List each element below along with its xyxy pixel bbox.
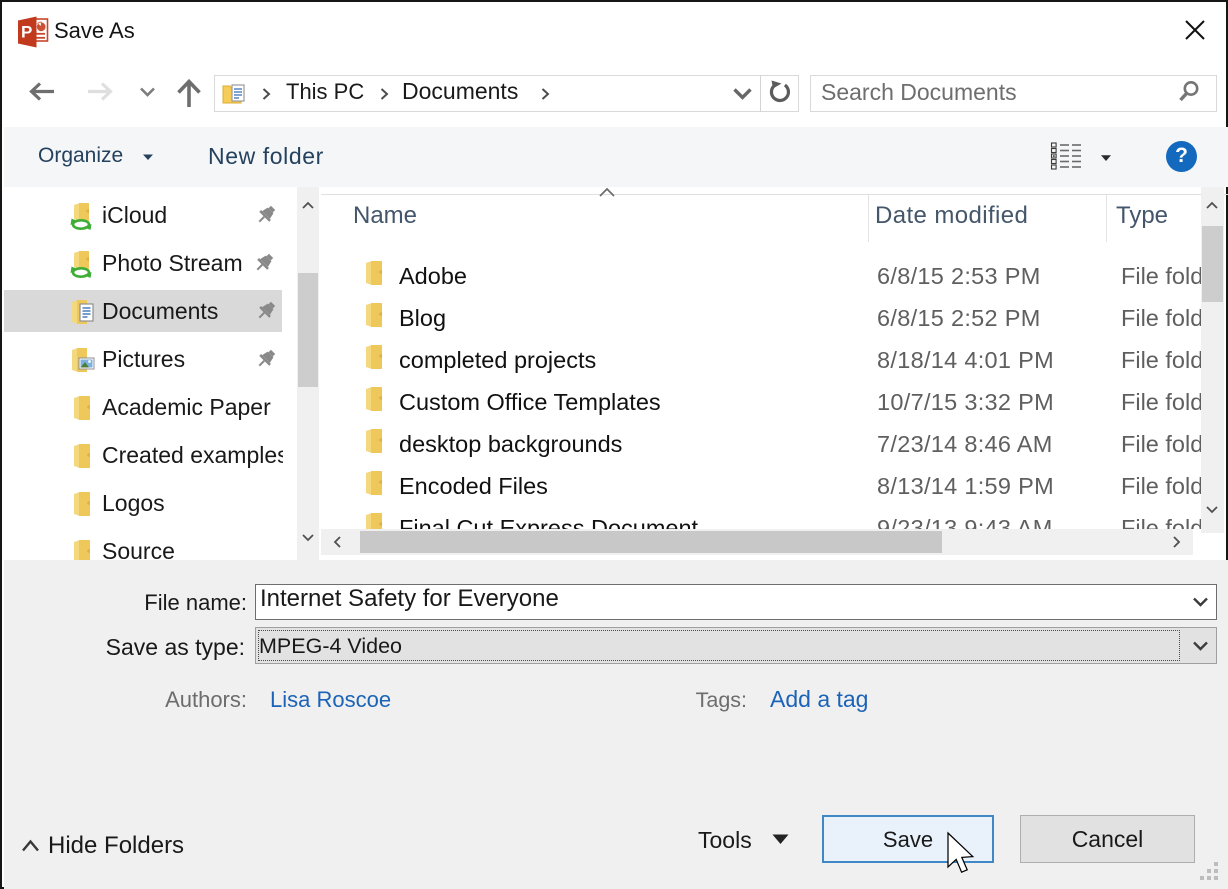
svg-text:P: P — [21, 23, 32, 42]
